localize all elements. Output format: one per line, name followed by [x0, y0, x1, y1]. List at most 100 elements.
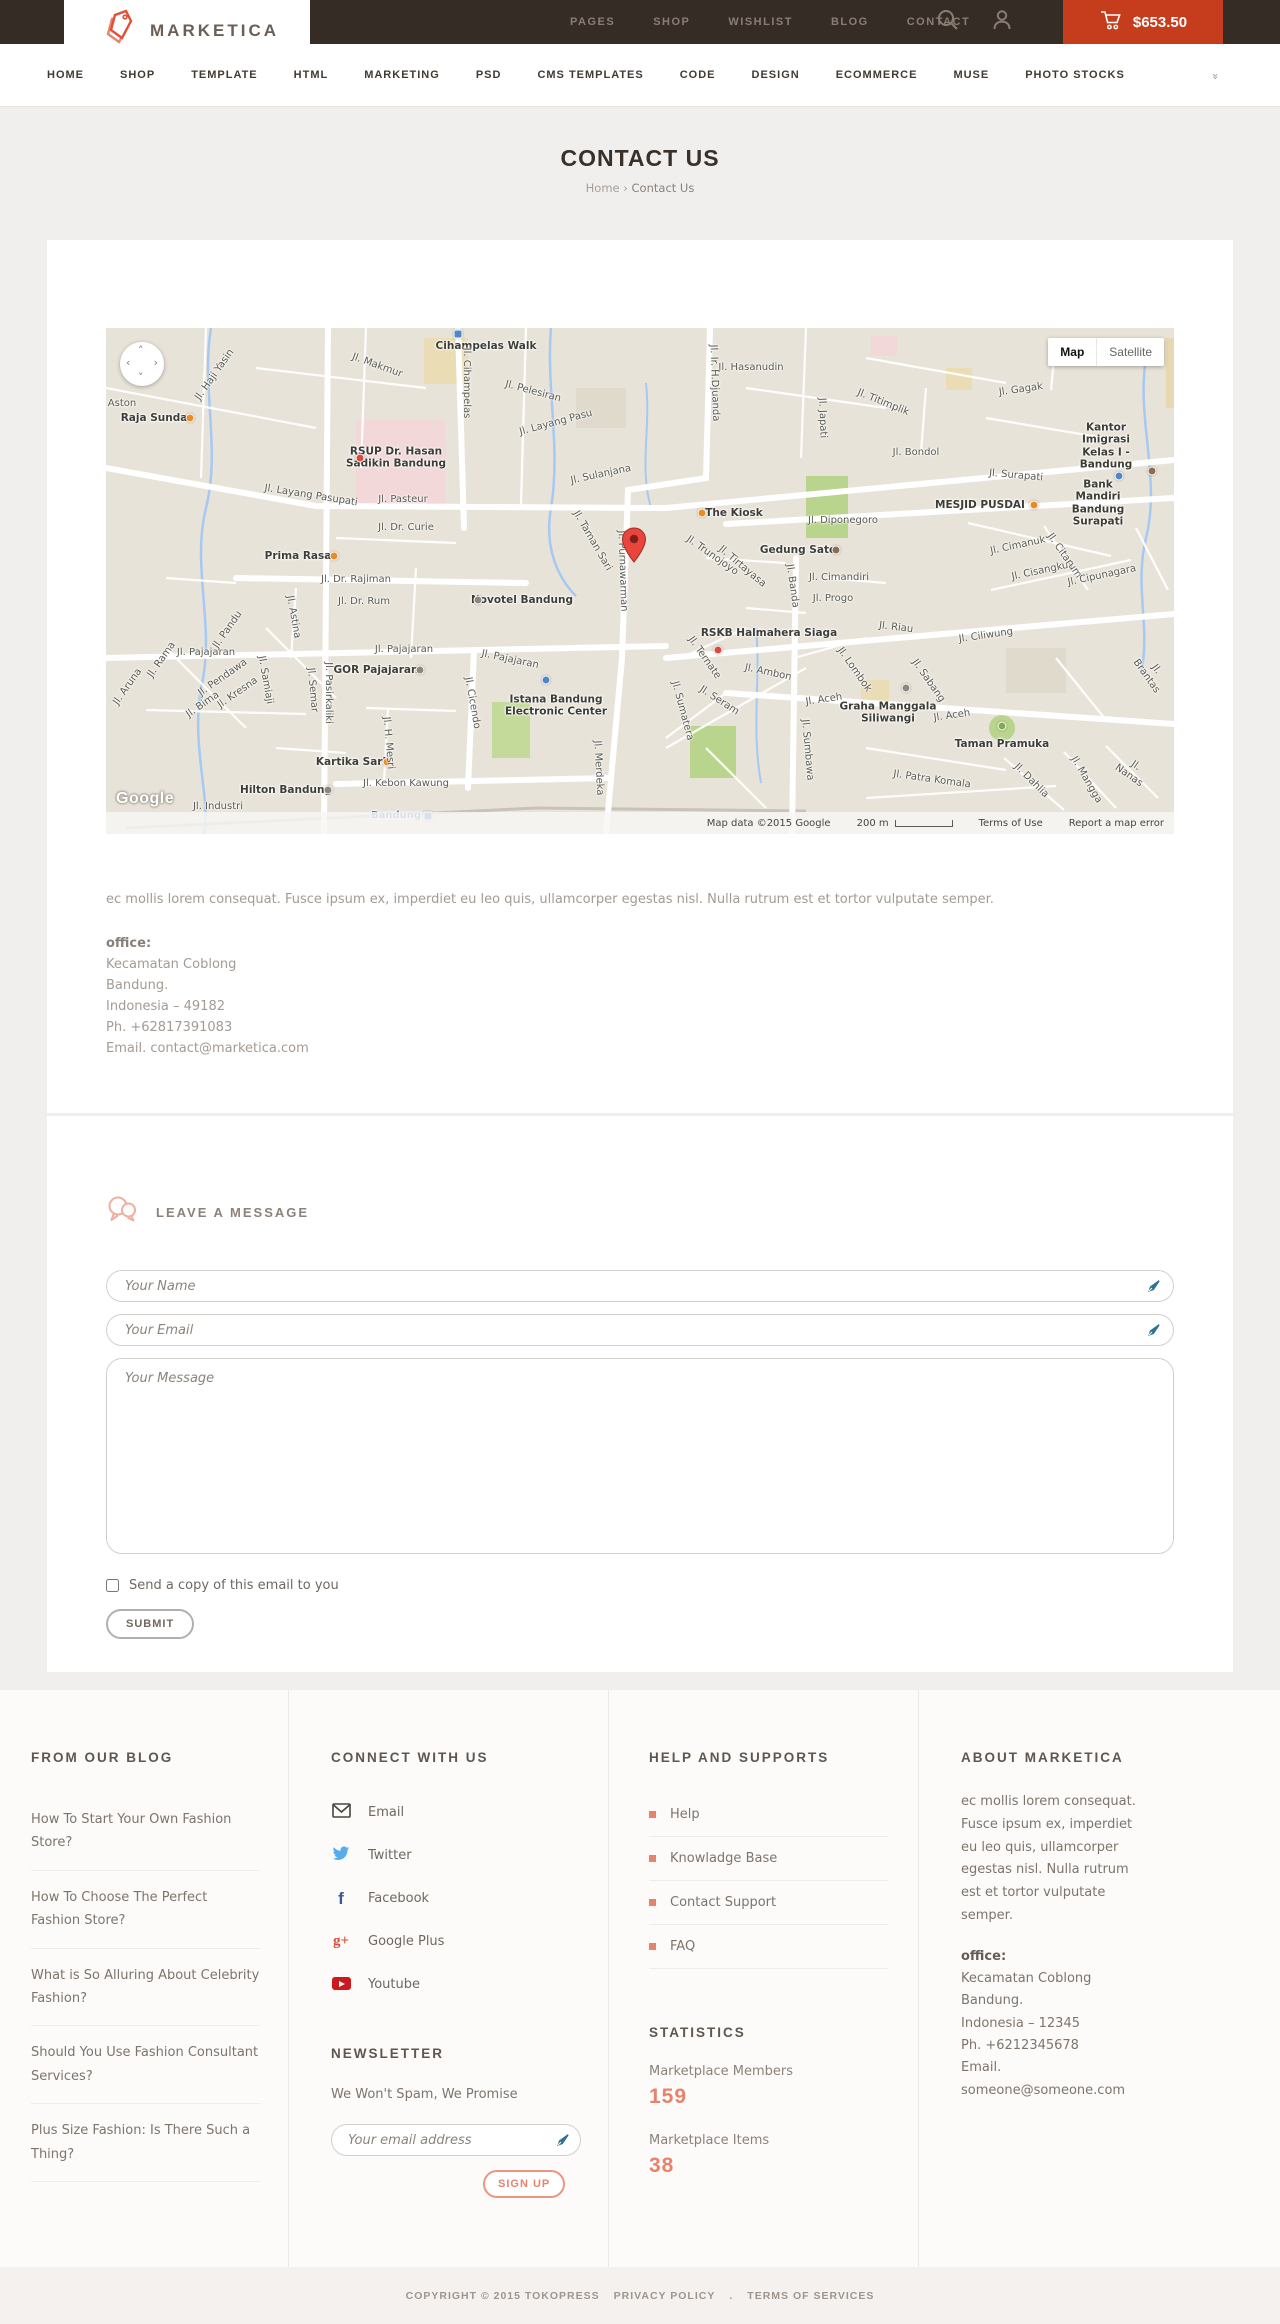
brand-logo[interactable]: MARKETICA: [64, 0, 310, 62]
report-map-error-link[interactable]: Report a map error: [1069, 818, 1164, 829]
submit-button[interactable]: SUBMIT: [106, 1609, 195, 1640]
statistics-heading: STATISTICS: [649, 2025, 746, 2041]
header-icons: [936, 0, 1014, 44]
office-address-block: office: Kecamatan Coblong Bandung. Indon…: [106, 933, 1174, 1059]
cat-nav-cms-templates[interactable]: CMS TEMPLATES: [537, 69, 643, 81]
privacy-policy-link[interactable]: PRIVACY POLICY: [614, 2290, 716, 2302]
map-attribution: Map data ©2015 Google 200 m Terms of Use…: [106, 812, 1174, 834]
cart-button[interactable]: $653.50: [1063, 0, 1223, 44]
map-label: Bank Mandiri Bandung Surapati: [1071, 478, 1125, 528]
cat-nav-marketing[interactable]: MARKETING: [364, 69, 440, 81]
map-label: Jl. Tirtayasa: [716, 543, 769, 590]
social-twitter-link[interactable]: Twitter: [331, 1834, 578, 1877]
map-marker-pin[interactable]: [620, 526, 648, 570]
google-map[interactable]: Cihampelas Walk Jl. Hasanudin Aston Raja Su…: [106, 328, 1174, 834]
square-bullet-icon: [649, 1899, 656, 1907]
map-label: Jl. Aceh: [804, 691, 843, 708]
map-label: Jl. Taman Sari: [570, 508, 614, 573]
newsletter-email-input[interactable]: [331, 2124, 581, 2157]
help-list: Help Knowladge Base Contact Support FAQ: [649, 1793, 888, 1970]
poi-marker-icon: [185, 413, 195, 423]
map-label: Jl. Cipunagara: [1066, 562, 1138, 589]
top-header: MARKETICA PAGES SHOP WISHLIST BLOG CONTA…: [0, 0, 1280, 62]
help-link: Contact Support: [649, 1881, 888, 1926]
breadcrumb-current: Contact Us: [631, 181, 695, 195]
cat-nav-ecommerce[interactable]: ECOMMERCE: [836, 69, 918, 81]
map-label: Kartika Sari: [315, 755, 387, 768]
cat-nav-photo-stocks[interactable]: PHOTO STOCKS: [1025, 69, 1125, 81]
square-bullet-icon: [649, 1855, 656, 1863]
social-facebook-link[interactable]: f Facebook: [331, 1877, 578, 1920]
map-label: Jl. Samiaji: [255, 654, 276, 705]
satellite-view-button[interactable]: Satellite: [1096, 338, 1164, 366]
map-label: Jl. Cisangkuy: [1010, 558, 1076, 583]
map-pan-control[interactable]: ˄ ˅ ‹ ›: [120, 342, 164, 386]
user-icon[interactable]: [990, 8, 1014, 36]
social-googleplus-link[interactable]: g+ Google Plus: [331, 1920, 578, 1963]
breadcrumb-separator: ›: [623, 181, 628, 195]
map-label: Jl. Bima: [184, 689, 222, 720]
poi-marker-icon: [901, 683, 911, 693]
map-label: Jl. Sumatera: [669, 680, 696, 742]
header-nav-wishlist[interactable]: WISHLIST: [728, 16, 793, 28]
pan-right-icon[interactable]: ›: [154, 356, 158, 369]
help-heading: HELP AND SUPPORTS: [649, 1750, 830, 1766]
map-label: Jl. Sumbawa: [799, 718, 816, 781]
googleplus-icon: g+: [332, 1933, 350, 1950]
map-label: RSUP Dr. Hasan Sadikin Bandung: [345, 445, 447, 470]
map-label: Jl. Astina: [284, 594, 303, 640]
map-label: Novotel Bandung: [470, 593, 574, 606]
blog-link[interactable]: Should You Use Fashion Consultant Servic…: [31, 2026, 260, 2105]
map-label: Jl. Gagak: [998, 381, 1044, 399]
terms-of-services-link[interactable]: TERMS OF SERVICES: [747, 2290, 874, 2302]
social-email-link[interactable]: Email: [331, 1791, 578, 1834]
email-input[interactable]: [106, 1314, 1174, 1347]
poi-marker-icon: [697, 508, 707, 518]
map-label: GOR Pajajaran: [333, 663, 419, 676]
social-youtube-link[interactable]: Youtube: [331, 1963, 578, 2006]
map-view-button[interactable]: Map: [1048, 338, 1097, 366]
map-label: Jl. Pasteur: [378, 494, 428, 506]
cat-nav-shop[interactable]: SHOP: [120, 69, 155, 81]
footer: FROM OUR BLOG How To Start Your Own Fash…: [0, 1690, 1280, 2268]
cat-nav-design[interactable]: DESIGN: [752, 69, 800, 81]
cat-nav-template[interactable]: TEMPLATE: [191, 69, 257, 81]
terms-of-use-link[interactable]: Terms of Use: [979, 818, 1043, 829]
map-label: RSKB Halmahera Siaga: [700, 626, 838, 639]
map-label: Graha Manggala Siliwangi: [839, 700, 937, 725]
cat-nav-home[interactable]: HOME: [47, 69, 84, 81]
address-line: Bandung.: [961, 1993, 1024, 2009]
poi-marker-icon: [1029, 500, 1039, 510]
blog-link[interactable]: Plus Size Fashion: Is There Such a Thing…: [31, 2104, 260, 2182]
header-nav-pages[interactable]: PAGES: [570, 16, 615, 28]
speech-bubbles-icon: [106, 1194, 138, 1230]
items-value: 38: [649, 2154, 675, 2178]
chevron-down-icon[interactable]: »: [1209, 73, 1222, 78]
pan-left-icon[interactable]: ‹: [126, 356, 130, 369]
name-input[interactable]: [106, 1270, 1174, 1303]
blog-link[interactable]: What is So Alluring About Celebrity Fash…: [31, 1949, 260, 2027]
cat-nav-muse[interactable]: MUSE: [953, 69, 989, 81]
send-copy-checkbox[interactable]: [106, 1579, 119, 1593]
map-label: Jl. Nanas: [1112, 758, 1145, 789]
pan-down-icon[interactable]: ˅: [138, 371, 144, 384]
breadcrumb-home[interactable]: Home: [586, 181, 620, 195]
blog-link[interactable]: How To Choose The Perfect Fashion Store?: [31, 1871, 260, 1949]
map-label: Jl. Sulanjana: [569, 462, 633, 487]
message-textarea[interactable]: [106, 1358, 1174, 1555]
cat-nav-psd[interactable]: PSD: [476, 69, 502, 81]
header-nav-shop[interactable]: SHOP: [653, 16, 690, 28]
copyright-separator: .: [729, 2289, 734, 2302]
cart-icon: [1099, 9, 1123, 35]
map-label: Jl. Cimanuk: [989, 534, 1047, 557]
blog-link[interactable]: How To Start Your Own Fashion Store?: [31, 1793, 260, 1871]
contact-info-card: Cihampelas Walk Jl. Hasanudin Aston Raja Su…: [47, 240, 1233, 1114]
header-nav-blog[interactable]: BLOG: [831, 16, 869, 28]
cat-nav-html[interactable]: HTML: [294, 69, 329, 81]
signup-button[interactable]: SIGN UP: [483, 2170, 566, 2199]
pan-up-icon[interactable]: ˄: [138, 344, 144, 357]
cat-nav-code[interactable]: CODE: [680, 69, 716, 81]
poi-marker-icon: [713, 645, 723, 655]
map-data-credit: Map data ©2015 Google: [706, 817, 831, 829]
search-icon[interactable]: [936, 8, 960, 36]
